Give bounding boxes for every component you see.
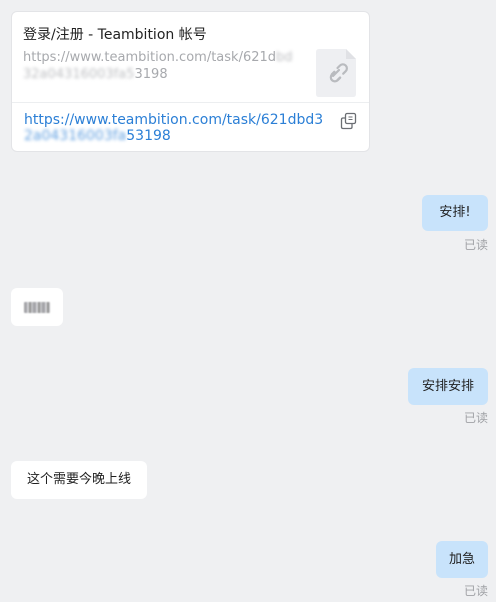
link-card-desc-visible: https://www.teambition.com/task/621d (23, 50, 277, 65)
message-bubble-incoming[interactable] (11, 288, 63, 326)
copy-icon[interactable] (340, 112, 358, 130)
message-text: 安排! (439, 205, 471, 220)
message-bubble-outgoing[interactable]: 安排安排 (408, 368, 488, 405)
message-bubble-outgoing[interactable]: 加急 (436, 541, 488, 578)
redacted-content (24, 301, 50, 313)
message-bubble-outgoing[interactable]: 安排! (422, 195, 488, 231)
message-text: 这个需要今晚上线 (26, 472, 131, 487)
link-card-title: 登录/注册 - Teambition 帐号 (23, 27, 207, 43)
message-text: 安排安排 (421, 378, 474, 394)
message-text: 加急 (448, 551, 475, 567)
link-card-url-tail[interactable]: 53198 (126, 128, 171, 144)
link-card-desc-tail: 3198 (134, 67, 168, 82)
message-bubble-incoming[interactable]: 这个需要今晚上线 (11, 461, 147, 499)
read-status: 已读 (464, 411, 489, 425)
link-card-url-visible[interactable]: https://www.teambition.com/task/621dbd3 (24, 112, 323, 128)
read-status: 已读 (464, 238, 489, 252)
link-card-url-redacted[interactable]: 2a04316003fa (24, 128, 126, 144)
link-card-divider (12, 102, 369, 103)
link-preview-card[interactable]: 登录/注册 - Teambition 帐号 https://www.teambi… (11, 11, 370, 152)
link-card-url[interactable]: https://www.teambition.com/task/621dbd32… (24, 112, 324, 144)
link-card-description: https://www.teambition.com/task/621dbd32… (23, 49, 295, 83)
read-status: 已读 (464, 584, 489, 598)
link-icon (316, 49, 356, 97)
